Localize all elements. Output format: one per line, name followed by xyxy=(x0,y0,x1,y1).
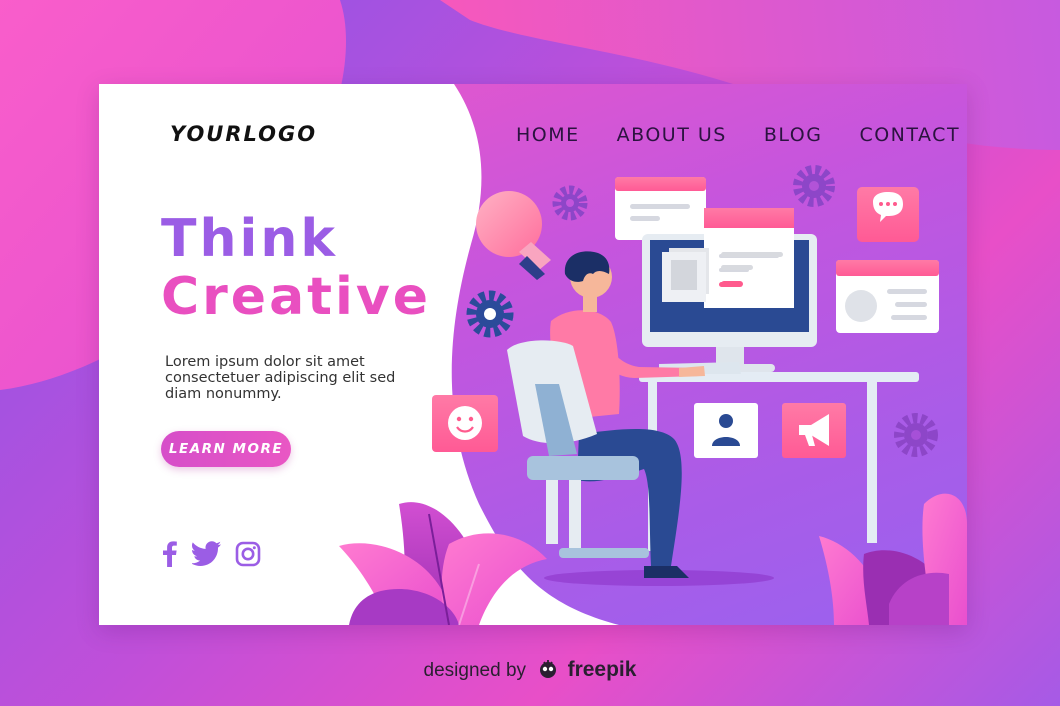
footer-prefix: designed by xyxy=(423,660,527,681)
gear-icon xyxy=(793,165,835,207)
freepik-logo-icon xyxy=(537,658,559,686)
plant-right xyxy=(819,493,967,625)
desk xyxy=(639,362,919,551)
gear-icon xyxy=(466,290,514,338)
smiley-icon xyxy=(432,395,498,452)
user-icon xyxy=(694,403,758,458)
gear-icon xyxy=(894,413,938,457)
gear-icon xyxy=(552,185,588,221)
megaphone-icon xyxy=(782,403,846,458)
footer-brand[interactable]: freepik xyxy=(568,658,637,681)
workspace-illustration xyxy=(339,165,967,625)
landing-card: YOURLOGO HOME ABOUT US BLOG CONTACT Thin… xyxy=(99,84,967,625)
chat-bubble-icon xyxy=(857,187,919,242)
plant-left xyxy=(339,502,547,625)
ui-window-card xyxy=(615,177,706,240)
lightbulb-icon xyxy=(476,191,551,280)
footer-credit: designed by freepik xyxy=(0,658,1060,686)
profile-card xyxy=(836,260,939,333)
